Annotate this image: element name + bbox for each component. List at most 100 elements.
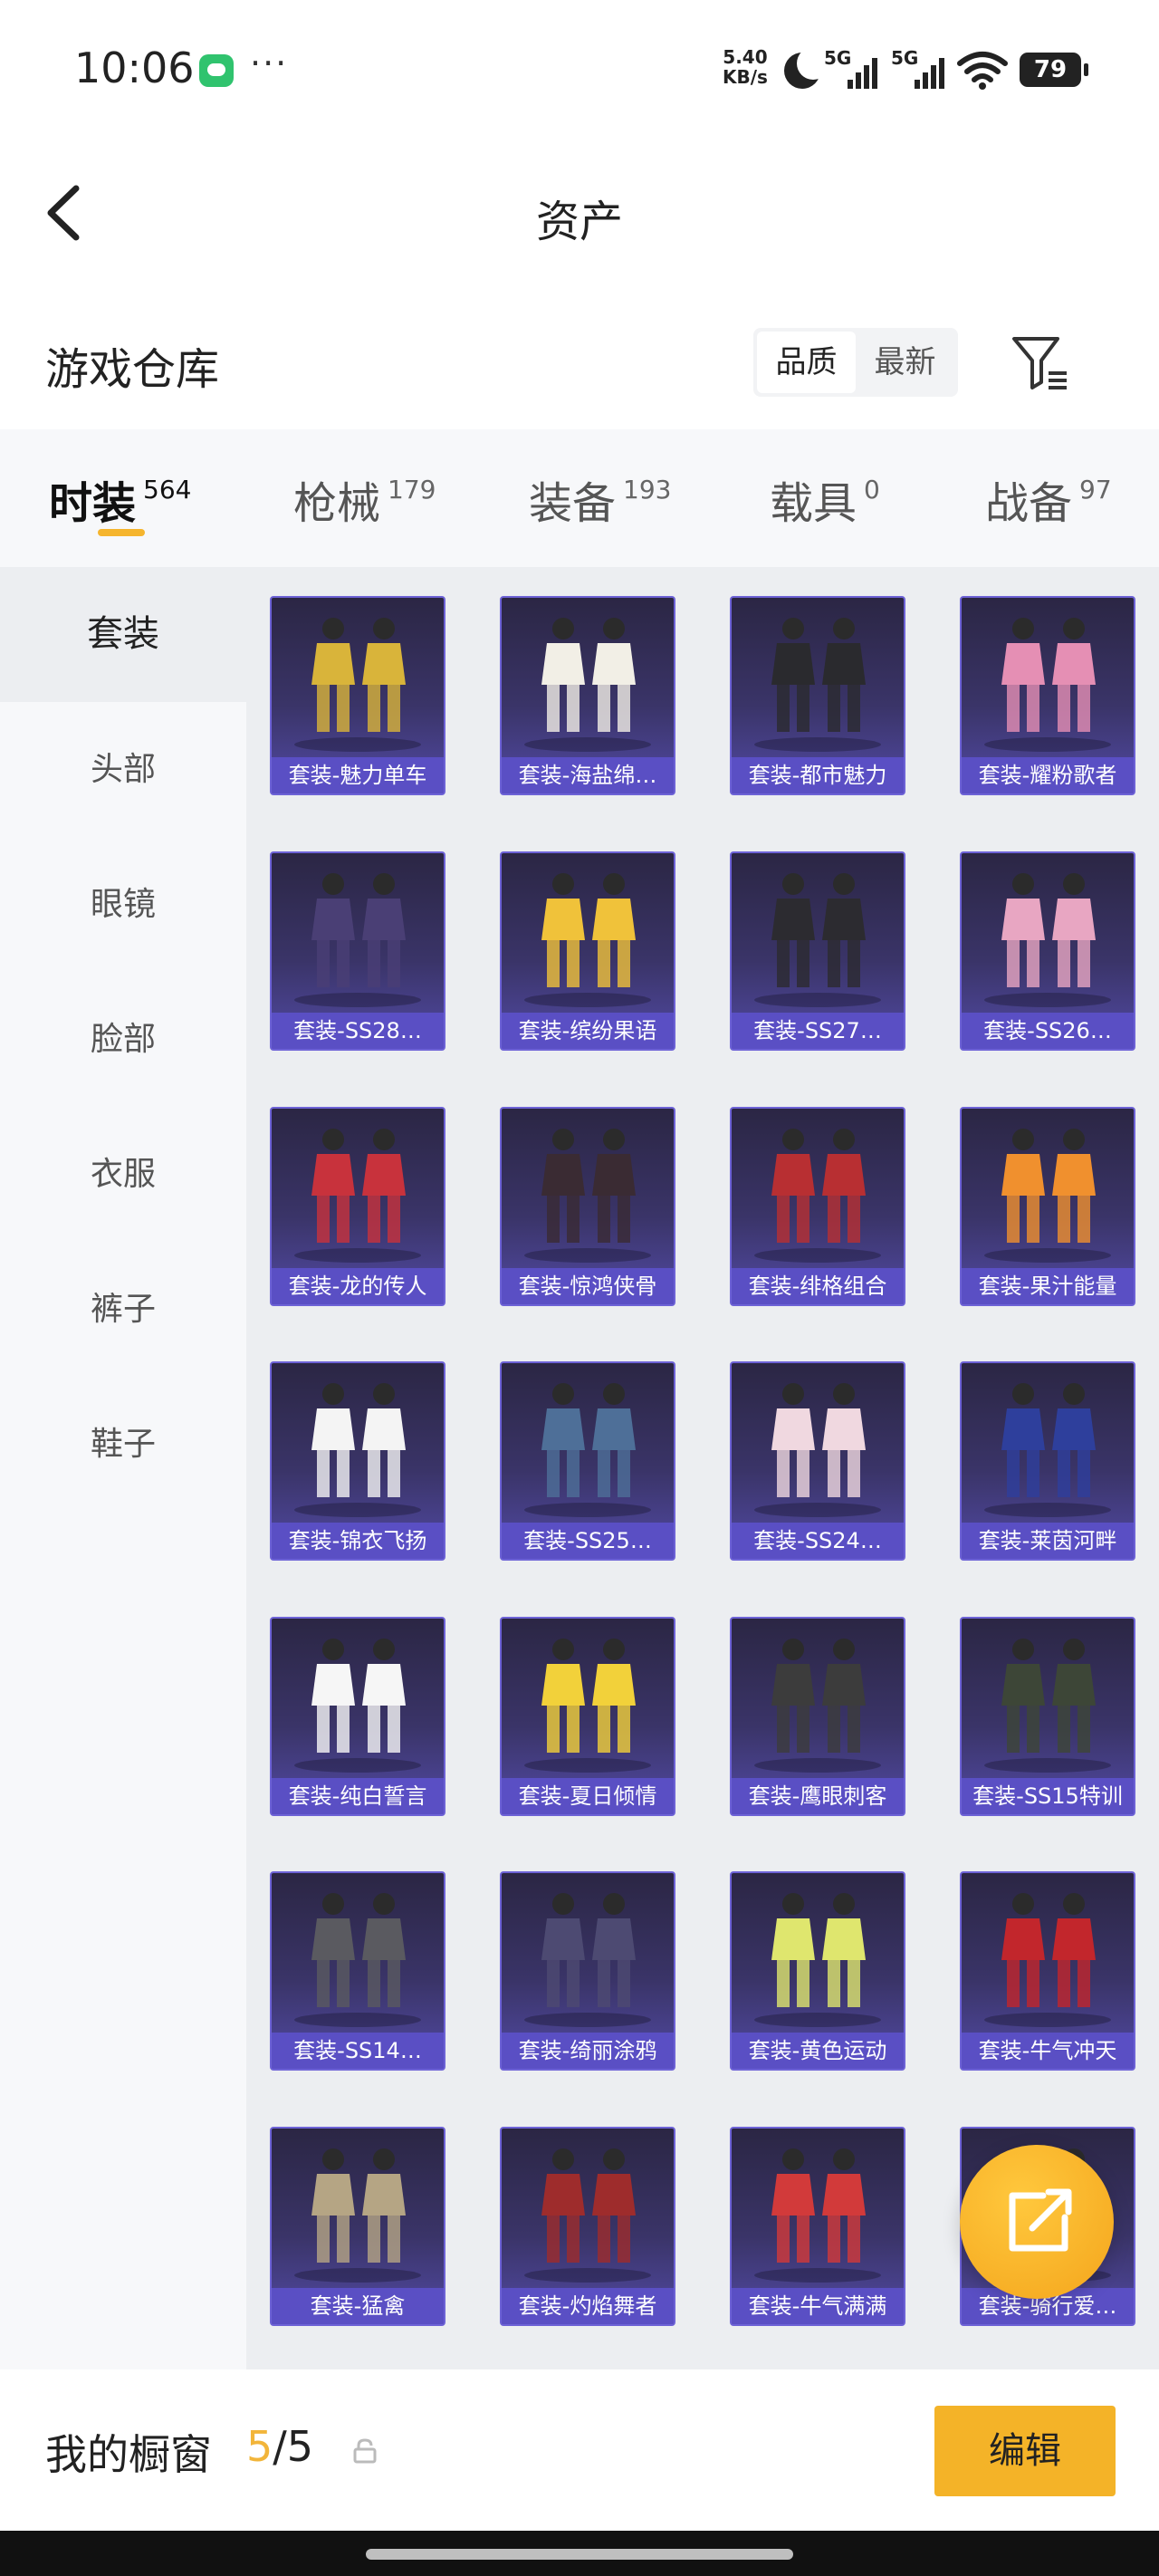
outfit-thumbnail bbox=[754, 1129, 881, 1263]
outfit-item-card[interactable]: 套装-都市魅力 bbox=[730, 596, 905, 795]
outfit-thumbnail bbox=[754, 2148, 881, 2283]
outfit-item-card[interactable]: 套装-猛禽 bbox=[270, 2127, 445, 2326]
outfit-item-card[interactable]: 套装-鹰眼刺客 bbox=[730, 1617, 905, 1816]
outfit-item-card[interactable]: 套装-绮丽涂鸦 bbox=[500, 1871, 675, 2071]
outfit-item-card[interactable]: 套装-魅力单车 bbox=[270, 596, 445, 795]
sidebar-item-head[interactable]: 头部 bbox=[0, 702, 246, 837]
outfit-thumbnail bbox=[524, 618, 651, 752]
outfit-item-name: 套装-魅力单车 bbox=[272, 757, 444, 793]
edit-button[interactable]: 编辑 bbox=[934, 2406, 1116, 2496]
outfit-item-card[interactable]: 套装-绯格组合 bbox=[730, 1107, 905, 1306]
subcategory-sidebar: 套装 头部 眼镜 脸部 衣服 裤子 鞋子 bbox=[0, 567, 246, 2369]
outfit-item-card[interactable]: 套装-SS24… bbox=[730, 1361, 905, 1561]
category-tabs: 时装 564 枪械 179 装备 193 载具 0 战备 97 bbox=[0, 429, 1159, 567]
sort-toggle: 品质 最新 bbox=[753, 328, 958, 397]
showcase-label: 我的橱窗 bbox=[45, 2430, 212, 2479]
outfit-item-name: 套装-猛禽 bbox=[272, 2288, 444, 2324]
sort-by-newest-button[interactable]: 最新 bbox=[856, 332, 954, 393]
outfit-item-card[interactable]: 套装-灼焰舞者 bbox=[500, 2127, 675, 2326]
outfit-thumbnail bbox=[524, 2148, 651, 2283]
outfit-item-card[interactable]: 套装-SS27… bbox=[730, 851, 905, 1051]
outfit-item-name: 套装-灼焰舞者 bbox=[502, 2288, 674, 2324]
sidebar-item-suit[interactable]: 套装 bbox=[0, 567, 246, 702]
outfit-item-name: 套装-牛气满满 bbox=[732, 2288, 904, 2324]
outfit-item-name: 套装-锦衣飞扬 bbox=[272, 1523, 444, 1559]
sidebar-item-clothes[interactable]: 衣服 bbox=[0, 1107, 246, 1242]
item-grid: 套装-魅力单车 套装-海盐绵… 套装-都市魅力 套装-耀粉歌者套装-SS28… 套装-缤… bbox=[246, 567, 1159, 2369]
outfit-item-name: 套装-惊鸿侠骨 bbox=[502, 1268, 674, 1304]
outfit-item-card[interactable]: 套装-SS28… bbox=[270, 851, 445, 1051]
share-external-icon bbox=[1009, 2188, 1072, 2252]
sort-by-quality-button[interactable]: 品质 bbox=[757, 332, 856, 393]
outfit-item-card[interactable]: 套装-牛气冲天 bbox=[960, 1871, 1135, 2071]
showcase-count: 5/5 bbox=[246, 2422, 314, 2471]
sidebar-item-shoes[interactable]: 鞋子 bbox=[0, 1377, 246, 1512]
outfit-item-name: 套装-鹰眼刺客 bbox=[732, 1778, 904, 1814]
outfit-item-name: 套装-夏日倾情 bbox=[502, 1778, 674, 1814]
outfit-thumbnail bbox=[984, 618, 1111, 752]
outfit-thumbnail bbox=[754, 873, 881, 1007]
outfit-item-name: 套装-耀粉歌者 bbox=[962, 757, 1134, 793]
outfit-item-card[interactable]: 套装-莱茵河畔 bbox=[960, 1361, 1135, 1561]
outfit-item-name: 套装-海盐绵… bbox=[502, 757, 674, 793]
outfit-thumbnail bbox=[294, 1893, 421, 2027]
outfit-thumbnail bbox=[294, 1639, 421, 1773]
outfit-thumbnail bbox=[294, 873, 421, 1007]
outfit-item-name: 套装-SS15特训 bbox=[962, 1778, 1134, 1814]
outfit-item-card[interactable]: 套装-夏日倾情 bbox=[500, 1617, 675, 1816]
sidebar-item-pants[interactable]: 裤子 bbox=[0, 1242, 246, 1377]
outfit-thumbnail bbox=[524, 873, 651, 1007]
outfit-item-card[interactable]: 套装-海盐绵… bbox=[500, 596, 675, 795]
outfit-item-card[interactable]: 套装-SS25… bbox=[500, 1361, 675, 1561]
outfit-thumbnail bbox=[984, 1129, 1111, 1263]
page-title: 资产 bbox=[535, 197, 623, 247]
tab-fashion[interactable]: 时装 564 bbox=[49, 467, 191, 531]
outfit-thumbnail bbox=[294, 618, 421, 752]
outfit-item-card[interactable]: 套装-SS15特训 bbox=[960, 1617, 1135, 1816]
tab-combat-gear[interactable]: 战备 97 bbox=[985, 467, 1112, 531]
outfit-thumbnail bbox=[984, 1639, 1111, 1773]
outfit-item-card[interactable]: 套装-纯白誓言 bbox=[270, 1617, 445, 1816]
tab-equipment[interactable]: 装备 193 bbox=[529, 467, 671, 531]
do-not-disturb-icon bbox=[784, 47, 829, 89]
outfit-item-card[interactable]: 套装-SS14… bbox=[270, 1871, 445, 2071]
section-title: 游戏仓库 bbox=[45, 344, 220, 395]
home-indicator[interactable] bbox=[366, 2549, 793, 2560]
outfit-thumbnail bbox=[984, 1893, 1111, 2027]
clock: 10:06 bbox=[74, 43, 195, 92]
outfit-item-name: 套装-绮丽涂鸦 bbox=[502, 2033, 674, 2069]
outfit-item-name: 套装-纯白誓言 bbox=[272, 1778, 444, 1814]
outfit-thumbnail bbox=[294, 1129, 421, 1263]
signal-icon-2: 5G bbox=[891, 47, 945, 92]
outfit-item-card[interactable]: 套装-耀粉歌者 bbox=[960, 596, 1135, 795]
battery-icon: 79 bbox=[1020, 53, 1088, 87]
outfit-item-name: 套装-牛气冲天 bbox=[962, 2033, 1134, 2069]
outfit-item-card[interactable]: 套装-牛气满满 bbox=[730, 2127, 905, 2326]
outfit-item-name: 套装-SS14… bbox=[272, 2033, 444, 2069]
outfit-item-name: 套装-SS24… bbox=[732, 1523, 904, 1559]
outfit-item-card[interactable]: 套装-锦衣飞扬 bbox=[270, 1361, 445, 1561]
outfit-item-card[interactable]: 套装-黄色运动 bbox=[730, 1871, 905, 2071]
outfit-item-card[interactable]: 套装-龙的传人 bbox=[270, 1107, 445, 1306]
outfit-thumbnail bbox=[754, 1383, 881, 1517]
wifi-icon bbox=[957, 52, 1008, 90]
outfit-item-card[interactable]: 套装-惊鸿侠骨 bbox=[500, 1107, 675, 1306]
outfit-item-name: 套装-果汁能量 bbox=[962, 1268, 1134, 1304]
sidebar-item-face[interactable]: 脸部 bbox=[0, 972, 246, 1107]
share-button[interactable] bbox=[960, 2145, 1114, 2299]
outfit-thumbnail bbox=[524, 1893, 651, 2027]
outfit-thumbnail bbox=[524, 1639, 651, 1773]
outfit-item-card[interactable]: 套装-SS26… bbox=[960, 851, 1135, 1051]
filter-icon[interactable] bbox=[1009, 332, 1072, 393]
outfit-item-card[interactable]: 套装-果汁能量 bbox=[960, 1107, 1135, 1306]
outfit-item-name: 套装-SS27… bbox=[732, 1013, 904, 1049]
system-nav-bar bbox=[0, 2531, 1159, 2576]
tab-vehicles[interactable]: 载具 0 bbox=[770, 467, 880, 531]
outfit-thumbnail bbox=[294, 2148, 421, 2283]
outfit-thumbnail bbox=[984, 1383, 1111, 1517]
outfit-item-card[interactable]: 套装-缤纷果语 bbox=[500, 851, 675, 1051]
sidebar-item-glasses[interactable]: 眼镜 bbox=[0, 837, 246, 972]
tab-weapons[interactable]: 枪械 179 bbox=[293, 467, 436, 531]
lock-icon bbox=[353, 2438, 377, 2464]
showcase-bar: 我的橱窗 5/5 编辑 bbox=[0, 2369, 1159, 2531]
